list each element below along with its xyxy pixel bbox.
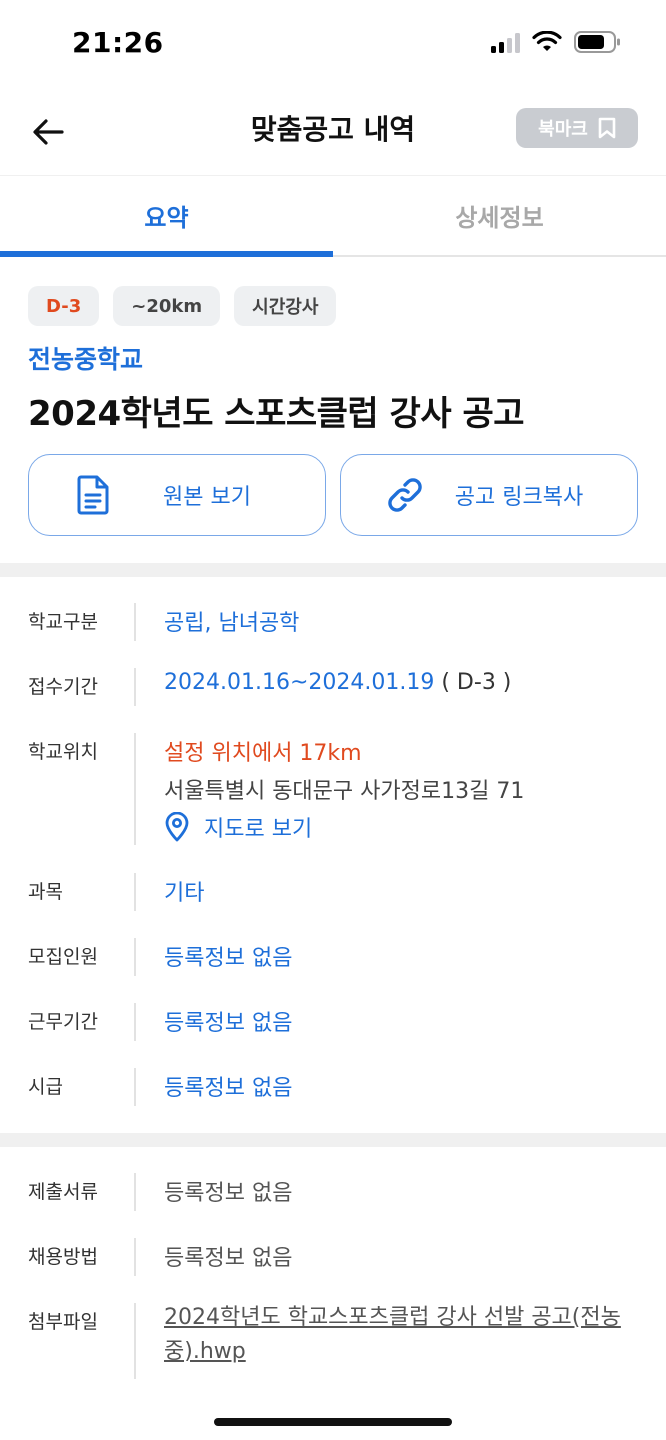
status-bar: 21:26 xyxy=(0,0,666,90)
wage-label: 시급 xyxy=(28,1076,63,1098)
post-title: 2024학년도 스포츠클럽 강사 공고 xyxy=(28,394,525,434)
method-label: 채용방법 xyxy=(28,1246,98,1268)
wage-value: 등록정보 없음 xyxy=(164,1076,293,1101)
row-separator xyxy=(134,733,136,845)
recruit-label: 모집인원 xyxy=(28,946,98,968)
row-separator xyxy=(134,938,136,976)
position-chip: 시간강사 xyxy=(234,286,337,326)
status-time: 21:26 xyxy=(72,26,164,59)
dday-chip: D-3 xyxy=(28,286,100,326)
map-link-label: 지도로 보기 xyxy=(204,817,313,842)
tab-summary[interactable]: 요약 xyxy=(0,176,333,255)
period-dates: 2024.01.16~2024.01.19 xyxy=(164,670,435,695)
attachment-label: 첨부파일 xyxy=(28,1311,98,1333)
row-separator xyxy=(134,1173,136,1211)
attachment-file-link[interactable]: 2024학년도 학교스포츠클럽 강사 선발 공고(전농중).hwp xyxy=(164,1301,644,1369)
cellular-signal-icon xyxy=(491,31,520,53)
method-value: 등록정보 없음 xyxy=(164,1246,293,1271)
tag-chips: D-3 ~20km 시간강사 xyxy=(28,286,337,326)
row-separator xyxy=(134,873,136,911)
row-separator xyxy=(134,1068,136,1106)
distance-value: 설정 위치에서 17km xyxy=(164,741,362,766)
row-separator xyxy=(134,603,136,641)
view-original-label: 원본 보기 xyxy=(163,485,251,510)
tab-detail[interactable]: 상세정보 xyxy=(333,176,666,255)
school-name: 전농중학교 xyxy=(28,345,144,374)
tab-active-indicator xyxy=(0,251,333,257)
recruit-value: 등록정보 없음 xyxy=(164,946,293,971)
status-icons xyxy=(491,30,622,54)
school-type-value: 공립, 남녀공학 xyxy=(164,611,300,636)
wifi-icon xyxy=(532,31,562,51)
location-label: 학교위치 xyxy=(28,741,98,763)
period-label: 접수기간 xyxy=(28,676,98,698)
location-pin-icon xyxy=(165,812,189,842)
nav-bar: 맞춤공고 내역 북마크 xyxy=(0,90,666,176)
subject-label: 과목 xyxy=(28,881,63,903)
period-dday: ( D-3 ) xyxy=(441,670,512,695)
subject-value: 기타 xyxy=(164,881,205,906)
section-divider xyxy=(0,1133,666,1147)
period-value: 2024.01.16~2024.01.19 ( D-3 ) xyxy=(164,670,511,695)
distance-chip: ~20km xyxy=(113,286,221,326)
row-separator xyxy=(134,1003,136,1041)
work-period-label: 근무기간 xyxy=(28,1011,98,1033)
documents-value: 등록정보 없음 xyxy=(164,1181,293,1206)
address-value: 서울특별시 동대문구 사가정로13길 71 xyxy=(164,779,525,804)
view-original-button[interactable]: 원본 보기 xyxy=(28,454,326,536)
row-separator xyxy=(134,1303,136,1379)
bookmark-label: 북마크 xyxy=(538,119,588,140)
school-type-label: 학교구분 xyxy=(28,611,98,633)
row-separator xyxy=(134,668,136,706)
section-divider xyxy=(0,563,666,577)
map-link[interactable]: 지도로 보기 xyxy=(164,811,312,843)
tab-bar: 요약 상세정보 xyxy=(0,176,666,257)
work-period-value: 등록정보 없음 xyxy=(164,1011,293,1036)
battery-icon xyxy=(574,31,620,53)
home-indicator xyxy=(214,1418,452,1426)
bookmark-icon xyxy=(598,117,616,139)
copy-link-button[interactable]: 공고 링크복사 xyxy=(340,454,638,536)
copy-link-label: 공고 링크복사 xyxy=(454,485,584,510)
row-separator xyxy=(134,1238,136,1276)
documents-label: 제출서류 xyxy=(28,1181,98,1203)
bookmark-button[interactable]: 북마크 xyxy=(516,108,638,148)
